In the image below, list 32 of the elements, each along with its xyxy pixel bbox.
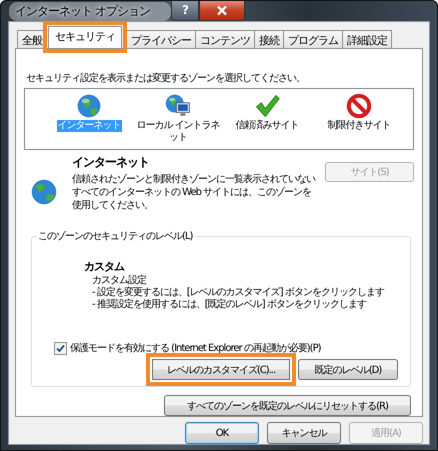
tab[interactable]: 接続 [254,30,284,48]
instruction-text: セキュリティ設定を表示または変更するゾーンを選択してください。 [26,72,306,85]
globe-icon [30,178,58,206]
level-description-line: - 設定を変更するには、[レベルのカスタマイズ] ボタンをクリックします [92,287,384,298]
level-button[interactable]: レベルのカスタマイズ(C)... [146,353,296,386]
level-name: カスタム [84,259,126,274]
reset-button[interactable]: すべてのゾーンを既定のレベルにリセットする(R) [164,395,411,416]
no-entry-icon [346,93,372,119]
tab[interactable]: プログラム [283,30,343,48]
zone-description: 信頼されたゾーンと制限付きゾーンに一覧表示されていないすべてのインターネットの Web サイトには、このゾーンを使用してください。 [72,173,316,212]
tab[interactable]: 詳細設定 [342,30,392,48]
zone-title: インターネット [72,154,150,171]
help-button[interactable]: ? [171,1,199,21]
close-icon [216,5,228,16]
check-icon [254,93,280,119]
close-button[interactable] [199,1,245,21]
level-description-line: - 推奨設定を使用するには、[既定のレベル] ボタンをクリックします [92,299,366,311]
checkbox-label[interactable]: 保護モードを有効にする (Internet Explorer の再起動が必要)(P) [70,341,321,355]
globe-icon [76,93,102,119]
globe-monitor-icon [165,93,191,119]
checkbox[interactable] [54,342,67,354]
zone-item[interactable]: 信頼済みサイト [234,120,300,132]
dialog-button[interactable]: OK [185,422,259,444]
window-title: インターネット オプション [9,2,171,20]
zone-item[interactable]: 制限付きサイト [326,120,392,132]
group-legend: このゾーンのセキュリティのレベル(L) [36,229,194,243]
level-description-line: カスタム設定 [92,275,146,286]
zone-item[interactable]: ローカル イントラネット [135,120,221,144]
level-button[interactable]: 既定のレベル(D) [298,359,398,380]
dialog-button[interactable]: キャンセル [267,422,341,444]
tab[interactable]: プライバシー [126,30,196,48]
tab[interactable]: コンテンツ [195,30,255,48]
